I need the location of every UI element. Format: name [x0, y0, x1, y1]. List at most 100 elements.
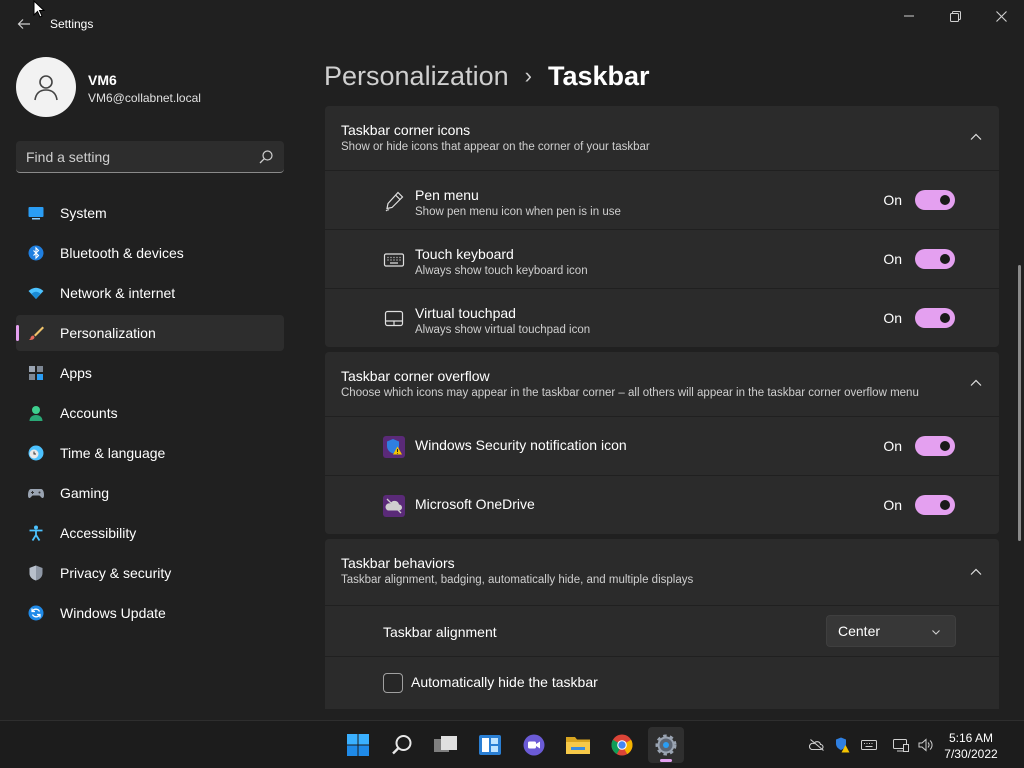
sidebar-item-apps[interactable]: Apps — [16, 355, 284, 391]
user-profile[interactable]: VM6 VM6@collabnet.local — [16, 57, 296, 117]
person-icon — [34, 75, 58, 101]
onedrive-tray-icon[interactable] — [809, 737, 825, 753]
clock-globe-icon — [28, 445, 44, 461]
toggle-state-label: On — [883, 251, 902, 267]
toggle-state-label: On — [883, 192, 902, 208]
search-box[interactable] — [16, 141, 284, 173]
search-input[interactable] — [26, 141, 246, 172]
taskbar-clock[interactable]: 5:16 AM 7/30/2022 — [931, 730, 1011, 762]
widgets-button[interactable] — [472, 727, 508, 763]
windows-security-icon — [383, 436, 405, 458]
teams-chat-button[interactable] — [516, 727, 552, 763]
update-icon — [28, 605, 44, 621]
chrome-icon — [611, 734, 633, 756]
task-view-icon — [434, 736, 457, 752]
keyboard-tray-icon[interactable] — [861, 737, 877, 753]
wifi-icon — [28, 287, 44, 299]
onedrive-toggle[interactable] — [915, 495, 955, 515]
search-icon[interactable] — [258, 149, 274, 165]
sidebar-item-privacy[interactable]: Privacy & security — [16, 555, 284, 591]
section-description: Choose which icons may appear in the tas… — [341, 387, 919, 399]
section-header-corner-icons[interactable]: Taskbar corner icons Show or hide icons … — [325, 106, 999, 170]
setting-row-pen-menu: Pen menu Show pen menu icon when pen is … — [325, 171, 999, 229]
chevron-up-icon[interactable] — [969, 130, 983, 144]
minimize-icon — [904, 15, 914, 17]
breadcrumb: Personalization › Taskbar — [324, 58, 650, 94]
sidebar-item-time-language[interactable]: Time & language — [16, 435, 284, 471]
setting-row-virtual-touchpad: Virtual touchpad Always show virtual tou… — [325, 289, 999, 347]
sidebar-item-personalization[interactable]: Personalization — [16, 315, 284, 351]
autohide-checkbox[interactable] — [383, 673, 403, 693]
windows-logo-icon — [347, 734, 369, 756]
security-tray-icon[interactable] — [834, 737, 850, 753]
section-title: Taskbar corner icons — [341, 122, 471, 138]
chevron-up-icon[interactable] — [969, 565, 983, 579]
chrome-button[interactable] — [604, 727, 640, 763]
setting-row-onedrive: Microsoft OneDrive On — [325, 476, 999, 534]
brush-icon — [29, 326, 44, 340]
sidebar-item-network[interactable]: Network & internet — [16, 275, 284, 311]
windows-security-toggle[interactable] — [915, 436, 955, 456]
section-description: Taskbar alignment, badging, automaticall… — [341, 574, 694, 586]
section-header-behaviors[interactable]: Taskbar behaviors Taskbar alignment, bad… — [325, 539, 999, 605]
section-header-corner-overflow[interactable]: Taskbar corner overflow Choose which ico… — [325, 352, 999, 416]
minimize-button[interactable] — [886, 0, 932, 32]
settings-content: Taskbar corner icons Show or hide icons … — [325, 106, 999, 718]
sidebar-item-system[interactable]: System — [16, 195, 284, 231]
start-button[interactable] — [340, 727, 376, 763]
keyboard-icon — [383, 253, 405, 267]
taskbar-search-button[interactable] — [384, 727, 420, 763]
gamepad-icon — [28, 489, 44, 498]
search-icon — [392, 735, 412, 755]
sidebar-item-accessibility[interactable]: Accessibility — [16, 515, 284, 551]
chevron-down-icon — [932, 630, 940, 635]
close-button[interactable] — [978, 0, 1024, 32]
mouse-cursor-icon — [33, 0, 45, 18]
sidebar-item-gaming[interactable]: Gaming — [16, 475, 284, 511]
sidebar-item-accounts[interactable]: Accounts — [16, 395, 284, 431]
setting-title: Windows Security notification icon — [415, 437, 627, 453]
file-explorer-button[interactable] — [560, 727, 596, 763]
sidebar-item-label: Personalization — [60, 325, 156, 341]
task-view-button[interactable] — [428, 727, 464, 763]
sidebar-item-label: Apps — [60, 365, 92, 381]
scrollbar-thumb[interactable] — [1018, 265, 1021, 541]
setting-row-windows-security: Windows Security notification icon On — [325, 417, 999, 475]
setting-title: Pen menu — [415, 187, 479, 203]
section-title: Taskbar behaviors — [341, 555, 455, 571]
setting-title: Microsoft OneDrive — [415, 496, 535, 512]
breadcrumb-separator: › — [524, 63, 532, 88]
back-arrow-icon — [17, 19, 30, 29]
setting-description: Always show virtual touchpad icon — [415, 324, 591, 336]
chevron-up-icon[interactable] — [969, 376, 983, 390]
settings-taskbar-button[interactable] — [648, 727, 684, 763]
chat-icon — [523, 734, 545, 756]
restore-button[interactable] — [932, 0, 978, 32]
pen-menu-toggle[interactable] — [915, 190, 955, 210]
pen-icon — [385, 191, 404, 212]
close-icon — [995, 10, 1007, 22]
touch-keyboard-toggle[interactable] — [915, 249, 955, 269]
taskbar-alignment-dropdown[interactable]: Center — [826, 615, 956, 647]
clock-date: 7/30/2022 — [944, 747, 998, 761]
setting-row-autohide: Automatically hide the taskbar — [325, 657, 999, 709]
breadcrumb-parent[interactable]: Personalization — [324, 61, 509, 92]
setting-title: Touch keyboard — [415, 246, 514, 262]
virtual-touchpad-toggle[interactable] — [915, 308, 955, 328]
section-title: Taskbar corner overflow — [341, 368, 490, 384]
app-title: Settings — [50, 17, 94, 31]
sidebar-item-label: System — [60, 205, 107, 221]
network-tray-icon[interactable] — [893, 737, 909, 753]
widgets-icon — [479, 735, 501, 755]
system-icon — [28, 207, 44, 220]
sidebar-item-bluetooth[interactable]: Bluetooth & devices — [16, 235, 284, 271]
toggle-state-label: On — [883, 310, 902, 326]
sidebar-item-label: Bluetooth & devices — [60, 245, 184, 261]
sidebar-item-windows-update[interactable]: Windows Update — [16, 595, 284, 631]
dropdown-value: Center — [838, 623, 881, 639]
sidebar-nav: System Bluetooth & devices Network & int… — [16, 195, 284, 635]
taskbar: 5:16 AM 7/30/2022 — [0, 720, 1024, 768]
touchpad-icon — [384, 310, 404, 327]
sidebar-item-label: Windows Update — [60, 605, 166, 621]
checkbox-label[interactable]: Automatically hide the taskbar — [411, 674, 598, 690]
